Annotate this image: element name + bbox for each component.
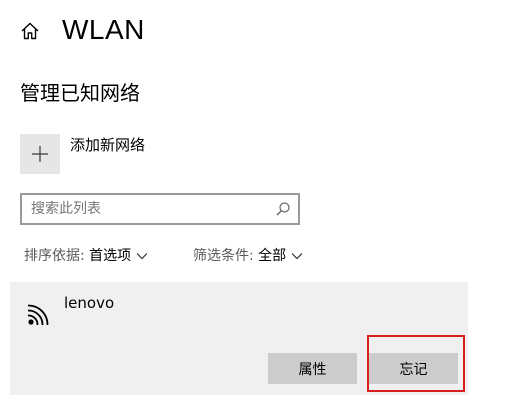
section-title: 管理已知网络 [20,81,140,105]
chevron-down-icon [136,253,148,260]
search-input[interactable] [22,195,271,223]
search-icon[interactable] [275,201,291,217]
sort-dropdown[interactable]: 排序依据: 首选项 [24,246,148,266]
properties-button[interactable]: 属性 [268,353,357,384]
add-network-label[interactable]: 添加新网络 [70,134,145,156]
sort-label: 排序依据: [24,248,85,264]
network-item-lenovo[interactable]: lenovo 属性 忘记 [10,282,468,395]
wifi-icon [27,304,49,326]
page-title: WLAN [62,14,145,45]
wlan-settings-page: WLAN 管理已知网络 添加新网络 排序依据: 首选项 筛选条件: 全部 len… [0,0,529,404]
filter-label: 筛选条件: [193,248,254,264]
forget-button[interactable]: 忘记 [369,353,458,384]
search-box [20,193,300,225]
plus-icon [32,146,48,162]
filter-dropdown[interactable]: 筛选条件: 全部 [193,246,303,266]
sort-value: 首选项 [89,248,132,264]
add-network-button[interactable] [20,134,60,174]
filter-value: 全部 [258,248,287,264]
home-icon[interactable] [20,21,40,41]
network-name: lenovo [64,294,115,312]
chevron-down-icon [291,253,303,260]
